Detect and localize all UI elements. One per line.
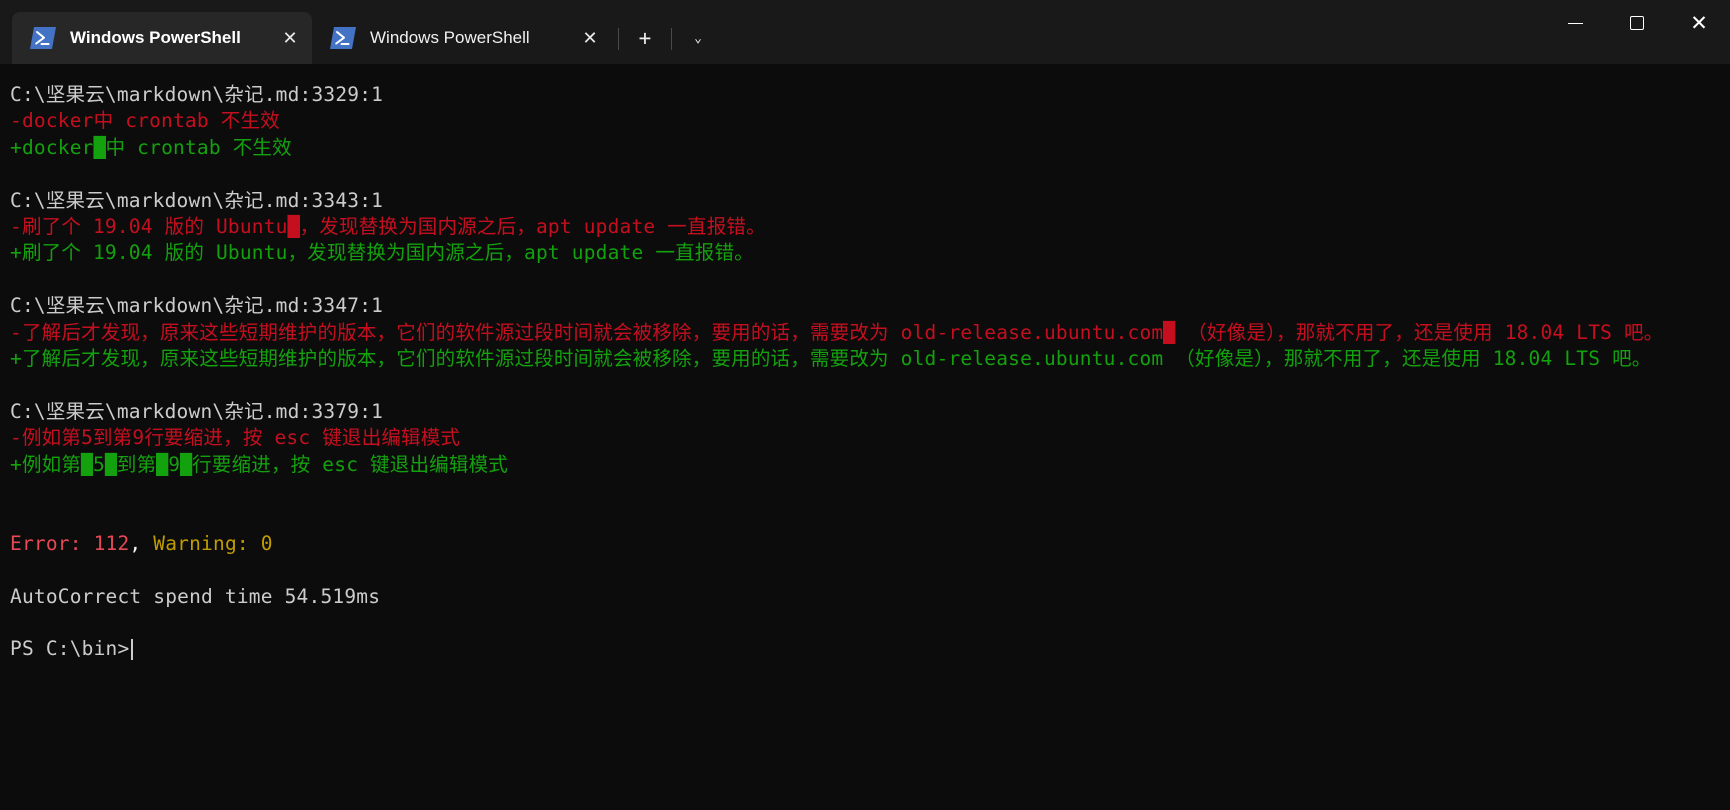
window-controls: ✕ (1544, 0, 1730, 64)
tabstrip-divider-2 (671, 28, 672, 50)
diff-removed-text-post: ，发现替换为国内源之后，apt update 一直报错。 (299, 215, 766, 239)
diff-file-path: C:\坚果云\markdown\杂记.md:3347:1 (10, 294, 384, 318)
terminal-output[interactable]: C:\坚果云\markdown\杂记.md:3329:1 -docker中 cr… (0, 64, 1730, 810)
diff-removed-line: -刷了个 19.04 版的 Ubuntu█，发现替换为国内源之后，apt upd… (10, 214, 1718, 240)
close-window-button[interactable]: ✕ (1668, 0, 1730, 46)
diff-added-line: +了解后才发现，原来这些短期维护的版本，它们的软件源过段时间就会被移除，要用的话… (10, 346, 1718, 372)
tab-close-button[interactable]: ✕ (272, 20, 308, 56)
powershell-icon (330, 27, 356, 49)
diff-added-text-pre: +docker (10, 135, 94, 159)
diff-removed-text-pre: -刷了个 19.04 版的 Ubuntu (10, 215, 288, 239)
diff-highlight-block-4: █ (180, 452, 193, 476)
tab-powershell-1[interactable]: Windows PowerShell ✕ (12, 12, 312, 64)
diff-added-text-pre: +例如第 (10, 452, 82, 476)
maximize-icon (1630, 16, 1644, 30)
close-icon: ✕ (1690, 10, 1708, 35)
text-cursor (131, 639, 134, 661)
diff-removed-text-pre: -了解后才发现，原来这些短期维护的版本，它们的软件源过段时间就会被移除，要用的话… (10, 320, 1164, 344)
diff-highlight-block: █ (1163, 320, 1176, 344)
tabstrip-divider (618, 28, 619, 50)
summary-counts: Error: 112, Warning: 0 (10, 531, 1718, 557)
diff-removed-text: -docker中 crontab 不生效 (10, 109, 280, 133)
diff-added-line: +例如第█5█到第█9█行要缩进，按 esc 键退出编辑模式 (10, 452, 1718, 478)
chevron-down-icon[interactable]: ⌄ (678, 18, 718, 58)
tab-powershell-2[interactable]: Windows PowerShell ✕ (312, 12, 612, 64)
timing-label: AutoCorrect spend time 54.519ms (10, 584, 381, 608)
tab-strip: Windows PowerShell ✕ Windows PowerShell … (0, 0, 1544, 64)
title-bar: Windows PowerShell ✕ Windows PowerShell … (0, 0, 1730, 64)
diff-removed-text-post: （好像是），那就不用了，还是使用 18.04 LTS 吧。 (1175, 320, 1664, 344)
maximize-button[interactable] (1606, 0, 1668, 46)
summary-comma: , (129, 531, 142, 555)
minimize-button[interactable] (1544, 0, 1606, 46)
diff-file-path: C:\坚果云\markdown\杂记.md:3343:1 (10, 188, 384, 212)
error-count-label: Error: 112 (10, 531, 130, 555)
powershell-icon (30, 27, 56, 49)
diff-removed-line: -例如第5到第9行要缩进，按 esc 键退出编辑模式 (10, 425, 1718, 451)
diff-added-text-mid2: 到第 (116, 452, 157, 476)
diff-added-text-mid1: 5 (93, 452, 105, 476)
diff-highlight-block: █ (81, 452, 93, 476)
diff-highlight-block-2: █ (104, 452, 117, 476)
diff-added-text-mid3: 9 (168, 452, 181, 476)
diff-added-text: +了解后才发现，原来这些短期维护的版本，它们的软件源过段时间就会被移除，要用的话… (10, 347, 1652, 371)
diff-highlight-block-3: █ (156, 452, 169, 476)
prompt-text: PS C:\bin> (10, 637, 130, 661)
diff-added-text-post: 中 crontab 不生效 (105, 135, 292, 159)
diff-added-line: +docker█中 crontab 不生效 (10, 135, 1718, 161)
diff-highlight-block: █ (93, 135, 106, 159)
diff-removed-text: -例如第5到第9行要缩进，按 esc 键退出编辑模式 (10, 426, 461, 450)
diff-removed-line: -docker中 crontab 不生效 (10, 108, 1718, 134)
warning-count-label: Warning: 0 (141, 531, 273, 555)
diff-added-text-post: 行要缩进，按 esc 键退出编辑模式 (192, 452, 508, 476)
tab-title: Windows PowerShell (370, 28, 530, 47)
tab-title: Windows PowerShell (70, 28, 241, 47)
minimize-icon (1567, 22, 1583, 24)
diff-added-text: +刷了个 19.04 版的 Ubuntu，发现替换为国内源之后，apt upda… (10, 241, 754, 265)
diff-file-path: C:\坚果云\markdown\杂记.md:3329:1 (10, 83, 384, 106)
diff-added-line: +刷了个 19.04 版的 Ubuntu，发现替换为国内源之后，apt upda… (10, 240, 1718, 266)
diff-file-path: C:\坚果云\markdown\杂记.md:3379:1 (10, 399, 384, 423)
tab-close-button[interactable]: ✕ (572, 20, 608, 56)
shell-prompt[interactable]: PS C:\bin> (10, 636, 1718, 662)
diff-highlight-block: █ (287, 215, 300, 239)
diff-removed-line: -了解后才发现，原来这些短期维护的版本，它们的软件源过段时间就会被移除，要用的话… (10, 320, 1718, 346)
new-tab-button[interactable]: + (625, 18, 665, 58)
